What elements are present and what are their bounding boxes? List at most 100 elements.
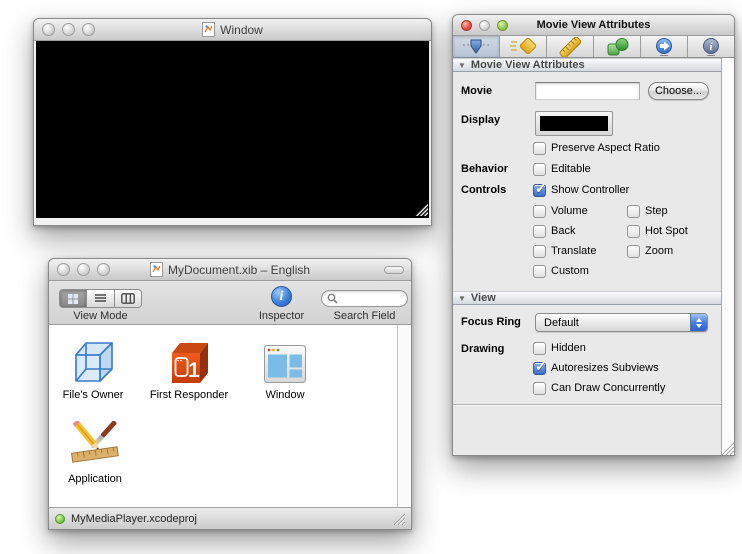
choose-button[interactable]: Choose... [648,82,709,100]
list-item-label: File's Owner [62,389,124,401]
movie-window: Window [33,18,432,226]
disclosure-triangle-icon: ▼ [458,293,466,303]
popup-stepper-icon [690,314,707,331]
checkbox-back[interactable]: Back [533,224,575,238]
tab-size[interactable] [547,36,594,57]
identity-icon: i [703,37,719,56]
section-header-movie-view-attributes[interactable]: ▼ Movie View Attributes [453,58,721,72]
search-input[interactable] [338,292,402,305]
drawing-label: Drawing [461,343,505,355]
search-field-label: Search Field [333,310,396,322]
tab-bindings[interactable] [594,36,641,57]
document-toolbar: View Mode i Inspector Search Field [49,281,411,325]
tab-attributes[interactable] [453,36,500,57]
effects-icon [510,37,537,54]
size-icon [559,36,582,57]
window-icon [243,337,327,385]
tab-effects[interactable] [500,36,547,57]
document-window-title: MyDocument.xib – English [149,262,311,277]
list-item-first-responder[interactable]: 1 First Responder [147,337,231,401]
toolbar-toggle-pill[interactable] [384,266,404,274]
list-item-label: Window [265,389,305,401]
section-divider [453,404,721,406]
checkbox-editable[interactable]: Editable [533,162,591,176]
minimize-button[interactable] [62,23,75,36]
checkbox-can-draw-concurrently[interactable]: Can Draw Concurrently [533,381,665,395]
status-green-dot-icon [55,513,65,524]
list-item-files-owner[interactable]: File's Owner [51,337,135,401]
svg-text:1: 1 [188,359,200,382]
vertical-scrollbar[interactable] [397,325,411,507]
view-mode-label: View Mode [73,310,128,322]
minimize-button[interactable] [77,263,90,276]
list-item-application[interactable]: Application [53,421,137,485]
inspector-titlebar[interactable]: Movie View Attributes [453,15,734,36]
checkbox-preserve-aspect-ratio[interactable]: Preserve Aspect Ratio [533,141,660,155]
inspector-tab-bar: i [453,36,734,58]
zoom-button[interactable] [497,19,508,31]
checkbox-autoresizes-subviews[interactable]: Autoresizes Subviews [533,358,659,375]
section-header-view[interactable]: ▼ View [453,291,721,305]
view-mode-icons-segment[interactable] [60,290,88,307]
resize-grip-icon[interactable] [415,203,429,217]
files-owner-cube-icon [51,337,135,385]
document-status-bar: MyMediaPlayer.xcodeproj [49,507,411,529]
vertical-scrollbar[interactable] [721,58,734,455]
checkbox-custom[interactable]: Custom [533,264,589,278]
checkbox-hidden[interactable]: Hidden [533,341,586,355]
checkbox-box [533,244,546,258]
zoom-button[interactable] [97,263,110,276]
inspector-button[interactable]: i [271,286,292,307]
close-button[interactable] [461,19,472,31]
focus-ring-popup[interactable]: Default [535,313,708,332]
movie-view-canvas[interactable] [36,41,429,218]
movie-label: Movie [461,85,493,97]
checkbox-box [533,162,546,176]
minimize-button[interactable] [479,19,490,31]
checkbox-translate[interactable]: Translate [533,244,596,258]
checkbox-zoom[interactable]: Zoom [627,244,673,258]
document-window-titlebar[interactable]: MyDocument.xib – English [49,259,411,281]
list-view-icon [94,294,106,302]
resize-grip-icon[interactable] [721,442,735,456]
checkbox-volume[interactable]: Volume [533,204,588,218]
document-window-title-text: MyDocument.xib – English [167,262,311,277]
column-view-icon [120,293,135,304]
checkbox-box [533,341,546,355]
status-text: MyMediaPlayer.xcodeproj [71,512,197,525]
checkbox-box [533,180,547,197]
document-window-controls [57,259,110,280]
tab-connections[interactable] [641,36,688,57]
first-responder-cube-icon: 1 [147,337,231,385]
close-button[interactable] [57,263,70,276]
document-icon [149,262,163,277]
tab-identity[interactable]: i [688,36,734,57]
checkbox-show-controller[interactable]: Show Controller [533,180,629,197]
search-field[interactable] [321,290,408,307]
checkbox-box [533,141,546,155]
movie-field[interactable] [535,82,640,100]
connections-icon [656,37,672,56]
checkbox-step[interactable]: Step [627,204,668,218]
inspector-panel: Movie View Attributes i ▼ Movie View Att… [452,14,735,456]
list-item-label: Application [68,473,122,485]
movie-window-title-text: Window [220,22,263,37]
document-icon [202,22,216,37]
resize-grip-icon[interactable] [393,513,406,525]
inspector-title: Movie View Attributes [536,19,651,31]
view-mode-list-segment[interactable] [87,290,115,307]
close-button[interactable] [42,23,55,36]
list-item-window[interactable]: Window [243,337,327,401]
view-mode-columns-segment[interactable] [115,290,141,307]
info-icon: i [279,289,284,304]
attributes-icon [463,39,489,54]
controls-label: Controls [461,184,507,196]
display-color-well[interactable] [535,111,613,136]
zoom-button[interactable] [82,23,95,36]
checkbox-box [533,381,546,395]
disclosure-triangle-icon: ▼ [458,60,466,70]
checkbox-hot-spot[interactable]: Hot Spot [627,224,688,238]
movie-window-titlebar[interactable]: Window [34,19,431,41]
list-item-label: First Responder [149,389,229,401]
grid-view-icon [68,293,79,304]
